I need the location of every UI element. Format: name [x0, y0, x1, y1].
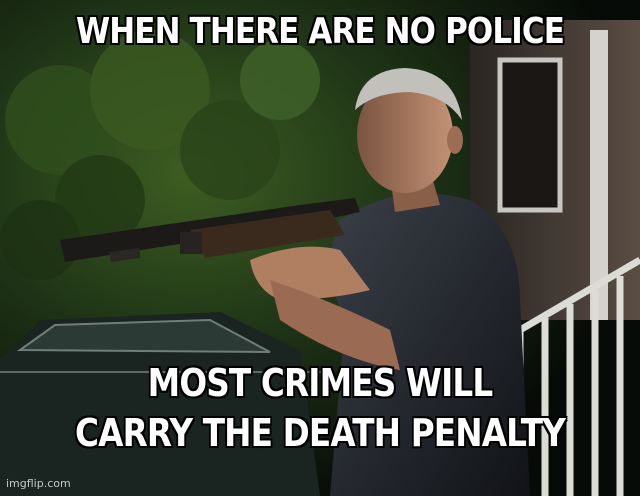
house-window — [497, 57, 563, 213]
watermark: imgflip.com — [6, 477, 71, 490]
bottom-caption-line-1: MOST CRIMES WILL — [147, 361, 494, 405]
top-caption: WHEN THERE ARE NO POLICE — [75, 11, 565, 52]
bottom-caption-line-2: CARRY THE DEATH PENALTY — [75, 411, 566, 455]
meme-image: WHEN THERE ARE NO POLICE MOST CRIMES WIL… — [0, 0, 640, 496]
